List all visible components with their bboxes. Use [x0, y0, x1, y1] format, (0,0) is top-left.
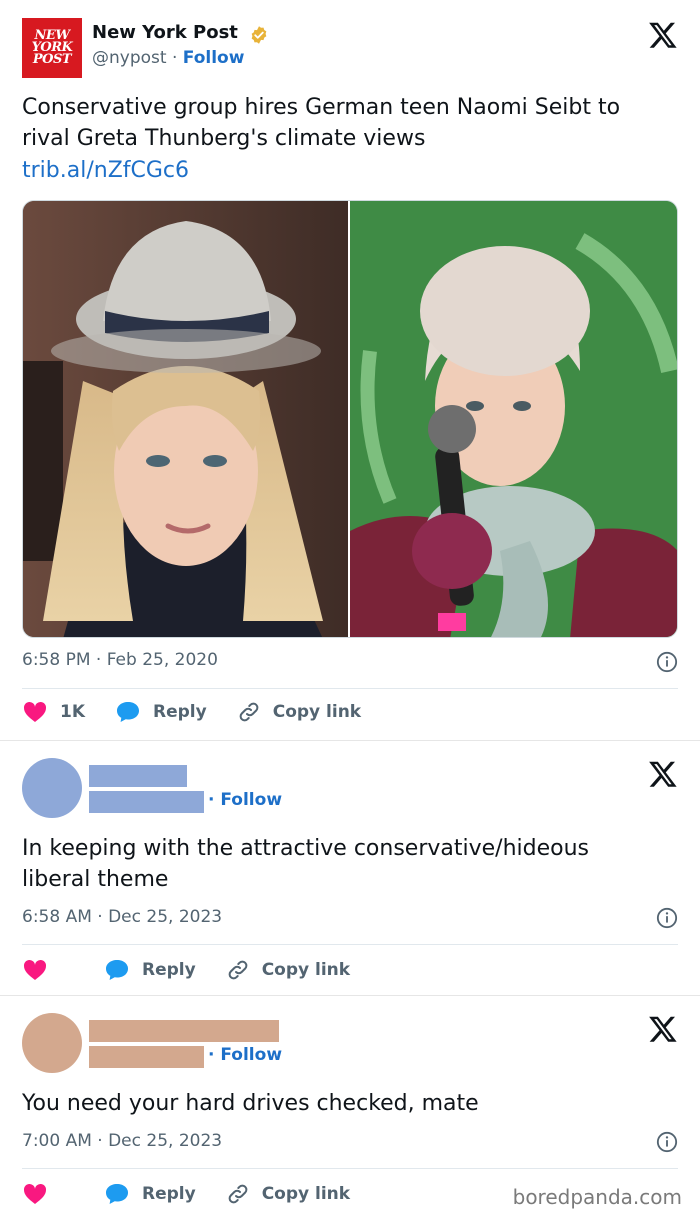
copy-link-label: Copy link: [272, 702, 362, 722]
reply-timestamp[interactable]: 6:58 AM · Dec 25, 2023: [22, 907, 222, 927]
x-logo-icon[interactable]: [648, 1014, 678, 1044]
copy-link-button[interactable]: Copy link: [226, 958, 350, 982]
reply-label: Reply: [142, 1184, 196, 1204]
watermark: boredpanda.com: [512, 1185, 682, 1209]
link-icon: [239, 702, 259, 722]
action-bar: 1K Reply Copy link: [22, 697, 391, 727]
redacted-name: [89, 765, 187, 787]
reply-timestamp[interactable]: 7:00 AM · Dec 25, 2023: [22, 1131, 222, 1151]
follow-label: · Follow: [208, 1045, 283, 1065]
redacted-handle: [89, 791, 204, 813]
tweet-media[interactable]: [22, 200, 678, 638]
nypost-avatar[interactable]: NEW YORK POST: [22, 18, 82, 78]
heart-icon: [23, 1183, 47, 1204]
copy-link-label: Copy link: [261, 960, 351, 980]
reply-bubble-icon: [106, 960, 128, 980]
main-tweet-card: NEW YORK POST New York Post @nypost · Fo…: [0, 0, 700, 740]
divider: [22, 688, 678, 689]
avatar[interactable]: [22, 1013, 82, 1073]
copy-link-button[interactable]: Copy link: [226, 1182, 350, 1206]
follow-label: · Follow: [208, 790, 283, 810]
info-icon[interactable]: [656, 651, 678, 673]
photo-right[interactable]: [350, 201, 677, 637]
x-logo-icon[interactable]: [648, 759, 678, 789]
tweet-text: Conservative group hires German teen Nao…: [22, 95, 621, 151]
heart-icon: [23, 959, 47, 980]
photo-left[interactable]: [23, 201, 348, 637]
reply-button[interactable]: Reply: [115, 701, 207, 723]
x-logo-icon[interactable]: [648, 20, 678, 50]
reply-button[interactable]: Reply: [104, 959, 196, 981]
like-button[interactable]: 1K: [22, 701, 85, 723]
logo-line: POST: [32, 52, 72, 67]
copy-link-label: Copy link: [261, 1184, 351, 1204]
redacted-name: [89, 1020, 279, 1042]
follow-button[interactable]: · Follow: [208, 790, 282, 810]
portrait-illustration-right: [350, 201, 677, 637]
portrait-illustration-left: [23, 201, 348, 637]
verified-badge-icon: [251, 26, 267, 44]
reply-label: Reply: [142, 960, 196, 980]
action-bar: Reply Copy link: [22, 955, 380, 985]
follow-button[interactable]: · Follow: [208, 1045, 282, 1065]
like-count: 1K: [60, 702, 86, 722]
redacted-handle: [89, 1046, 204, 1068]
handle[interactable]: @nypost: [92, 48, 167, 68]
avatar[interactable]: [22, 758, 82, 818]
reply-label: Reply: [153, 702, 207, 722]
action-bar: Reply Copy link: [22, 1179, 380, 1209]
reply-button[interactable]: Reply: [104, 1183, 196, 1205]
tweet-link[interactable]: trib.al/nZfCGc6: [22, 155, 189, 186]
handle-row: @nypost · Follow: [92, 48, 244, 68]
reply-bubble-icon: [106, 1184, 128, 1204]
account-name[interactable]: New York Post: [92, 22, 238, 43]
like-button[interactable]: [22, 959, 60, 981]
heart-icon: [23, 701, 47, 722]
reply-card-1: · Follow In keeping with the attractive …: [0, 740, 700, 995]
like-button[interactable]: [22, 1183, 60, 1205]
copy-link-button[interactable]: Copy link: [237, 700, 361, 724]
reply-bubble-icon: [117, 702, 140, 722]
link-icon: [228, 1184, 248, 1204]
link-icon: [228, 960, 248, 980]
divider: [22, 944, 678, 945]
info-icon[interactable]: [656, 1131, 678, 1153]
info-icon[interactable]: [656, 907, 678, 929]
follow-button[interactable]: Follow: [183, 48, 245, 68]
reply-text: You need your hard drives checked, mate: [22, 1091, 479, 1116]
separator: ·: [166, 48, 183, 68]
reply-text: In keeping with the attractive conservat…: [22, 836, 590, 892]
divider: [22, 1168, 678, 1169]
tweet-timestamp[interactable]: 6:58 PM · Feb 25, 2020: [22, 650, 218, 670]
